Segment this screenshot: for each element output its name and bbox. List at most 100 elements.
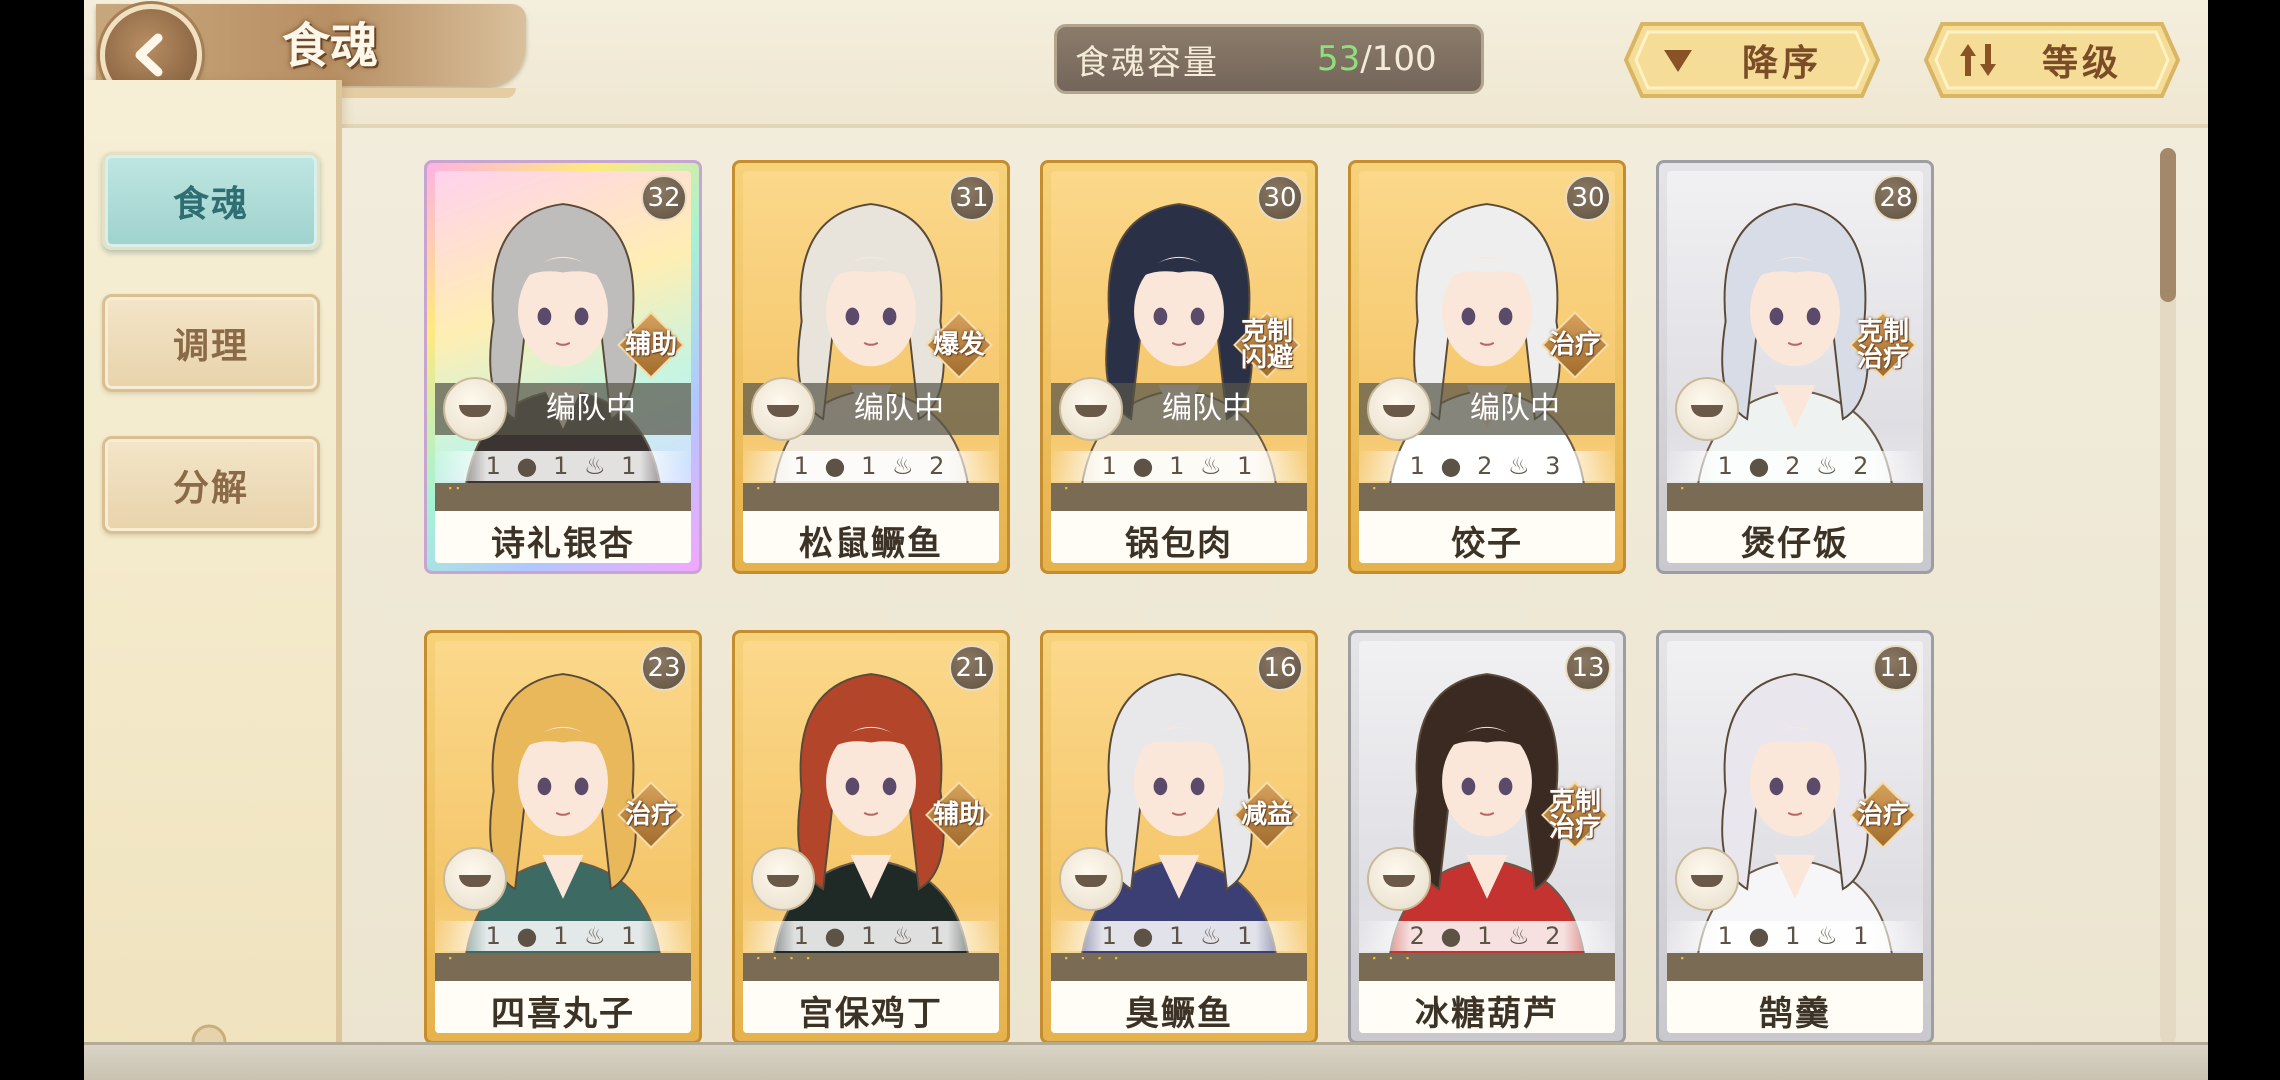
dish-plate-icon: [1367, 847, 1431, 911]
role-tag: 辅助: [615, 309, 687, 381]
capacity-max: /100: [1360, 39, 1437, 79]
dish-plate-icon: [1367, 377, 1431, 441]
name-plate: 四喜丸子: [435, 981, 691, 1033]
descending-triangle-icon: [1664, 50, 1692, 72]
food-soul-card[interactable]: 31 爆发 编队中 1 ● 1 ♨ 2 ᐝ 松鼠鳜鱼: [732, 160, 1010, 574]
flame-star-icons: ᐝ: [447, 954, 455, 979]
dish-plate-icon: [1675, 847, 1739, 911]
skill-stats: 1 ● 2 ♨ 3: [1409, 452, 1565, 480]
food-soul-card[interactable]: 11 治疗 1 ● 1 ♨ 1 ᐝ 鹄羹: [1656, 630, 1934, 1044]
role-tag: 爆发: [923, 309, 995, 381]
dish-plate-icon: [751, 847, 815, 911]
card-inner: 30 治疗 编队中 1 ● 2 ♨ 3 ᐝ 饺子: [1359, 171, 1615, 563]
food-soul-name: 松鼠鳜鱼: [799, 523, 943, 564]
card-inner: 16 减益 1 ● 1 ♨ 1 ᐝ ᐝ ᐝ ᐝ 臭鳜鱼: [1051, 641, 1307, 1033]
level-badge: 11: [1873, 645, 1919, 691]
food-soul-card[interactable]: 21 辅助 1 ● 1 ♨ 1 ᐝ ᐝ ᐝ ᐝ 宫保鸡丁: [732, 630, 1010, 1044]
card-inner: 13 克制 治疗 2 ● 1 ♨ 2 ᐝ ᐝ ᐝ 冰糖葫芦: [1359, 641, 1615, 1033]
food-soul-name: 四喜丸子: [491, 993, 635, 1034]
skill-stats: 2 ● 1 ♨ 2: [1409, 922, 1565, 950]
name-plate: 臭鳜鱼: [1051, 981, 1307, 1033]
role-label: 治疗: [624, 800, 677, 830]
star-bar: [1359, 483, 1615, 511]
capacity-display: 食魂容量 53/100: [1054, 24, 1484, 94]
role-label: 克制 治疗: [1856, 317, 1909, 373]
sort-swap-icon: [1960, 44, 1996, 76]
sort-field-button[interactable]: 等级: [1922, 20, 2182, 100]
skill-stats: 1 ● 1 ♨ 1: [1717, 922, 1873, 950]
sidebar-item-cooking[interactable]: 调理: [102, 294, 320, 392]
food-soul-card[interactable]: 30 克制 闪避 编队中 1 ● 1 ♨ 1 ᐝ 锅包肉: [1040, 160, 1318, 574]
capacity-label: 食魂容量: [1075, 42, 1219, 83]
role-tag: 克制 治疗: [1847, 309, 1919, 381]
role-label: 治疗: [1548, 330, 1601, 360]
skill-stats: 1 ● 1 ♨ 1: [1101, 452, 1257, 480]
dish-plate-icon: [1059, 377, 1123, 441]
game-screen: 食魂 食魂容量 53/100 降序 等级 食魂 调理 分解 32 辅助 编队中 …: [84, 0, 2208, 1080]
capacity-current: 53: [1317, 39, 1361, 79]
food-soul-name: 冰糖葫芦: [1415, 993, 1559, 1034]
role-tag: 辅助: [923, 779, 995, 851]
card-inner: 28 克制 治疗 1 ● 2 ♨ 2 ᐝ 煲仔饭: [1667, 171, 1923, 563]
role-label: 克制 治疗: [1548, 787, 1601, 843]
flame-star-icons: ᐝᐝ: [447, 484, 463, 509]
page-title: 食魂: [282, 18, 379, 74]
role-label: 辅助: [932, 800, 985, 830]
name-plate: 煲仔饭: [1667, 511, 1923, 563]
food-soul-card[interactable]: 23 治疗 1 ● 1 ♨ 1 ᐝ 四喜丸子: [424, 630, 702, 1044]
level-badge: 32: [641, 175, 687, 221]
role-tag: 克制 闪避: [1231, 309, 1303, 381]
card-inner: 31 爆发 编队中 1 ● 1 ♨ 2 ᐝ 松鼠鳜鱼: [743, 171, 999, 563]
name-plate: 鹄羹: [1667, 981, 1923, 1033]
food-soul-card[interactable]: 16 减益 1 ● 1 ♨ 1 ᐝ ᐝ ᐝ ᐝ 臭鳜鱼: [1040, 630, 1318, 1044]
star-bar: [1667, 953, 1923, 981]
flame-star-icons: ᐝ ᐝ ᐝ ᐝ: [1063, 954, 1121, 979]
dish-plate-icon: [1059, 847, 1123, 911]
name-plate: 锅包肉: [1051, 511, 1307, 563]
food-soul-card[interactable]: 28 克制 治疗 1 ● 2 ♨ 2 ᐝ 煲仔饭: [1656, 160, 1934, 574]
star-bar: [1667, 483, 1923, 511]
level-badge: 31: [949, 175, 995, 221]
skill-stats: 1 ● 1 ♨ 1: [1101, 922, 1257, 950]
skill-stats: 1 ● 1 ♨ 1: [485, 452, 641, 480]
star-bar: [435, 953, 691, 981]
sidebar-item-food-souls[interactable]: 食魂: [102, 152, 320, 250]
level-badge: 16: [1257, 645, 1303, 691]
sort-order-button[interactable]: 降序: [1622, 20, 1882, 100]
card-inner: 23 治疗 1 ● 1 ♨ 1 ᐝ 四喜丸子: [435, 641, 691, 1033]
food-soul-card[interactable]: 32 辅助 编队中 1 ● 1 ♨ 1 ᐝᐝ 诗礼银杏: [424, 160, 702, 574]
food-soul-card[interactable]: 13 克制 治疗 2 ● 1 ♨ 2 ᐝ ᐝ ᐝ 冰糖葫芦: [1348, 630, 1626, 1044]
name-plate: 饺子: [1359, 511, 1615, 563]
name-plate: 宫保鸡丁: [743, 981, 999, 1033]
star-bar: [743, 483, 999, 511]
scrollbar-thumb[interactable]: [2160, 148, 2176, 302]
role-label: 克制 闪避: [1240, 317, 1293, 373]
food-soul-name: 臭鳜鱼: [1125, 993, 1233, 1034]
level-badge: 21: [949, 645, 995, 691]
skill-stats: 1 ● 1 ♨ 1: [793, 922, 949, 950]
sidebar-item-label: 调理: [172, 325, 249, 367]
role-label: 辅助: [624, 330, 677, 360]
sidebar-item-decompose[interactable]: 分解: [102, 436, 320, 534]
skill-stats: 1 ● 2 ♨ 2: [1717, 452, 1873, 480]
bottom-rail: [84, 1042, 2208, 1080]
flame-star-icons: ᐝ: [1063, 484, 1071, 509]
food-soul-card[interactable]: 30 治疗 编队中 1 ● 2 ♨ 3 ᐝ 饺子: [1348, 160, 1626, 574]
card-inner: 30 克制 闪避 编队中 1 ● 1 ♨ 1 ᐝ 锅包肉: [1051, 171, 1307, 563]
role-tag: 治疗: [615, 779, 687, 851]
sort-field-label: 等级: [2041, 43, 2122, 84]
role-tag: 治疗: [1539, 309, 1611, 381]
star-bar: [435, 483, 691, 511]
role-label: 治疗: [1856, 800, 1909, 830]
sidebar: 食魂 调理 分解: [84, 80, 342, 1080]
food-soul-name: 锅包肉: [1125, 523, 1233, 564]
food-soul-name: 鹄羹: [1759, 993, 1831, 1034]
sort-order-label: 降序: [1741, 43, 1822, 84]
flame-star-icons: ᐝ ᐝ ᐝ ᐝ: [755, 954, 813, 979]
level-badge: 13: [1565, 645, 1611, 691]
role-tag: 减益: [1231, 779, 1303, 851]
star-bar: [1051, 483, 1307, 511]
food-soul-name: 煲仔饭: [1741, 523, 1849, 564]
food-soul-name: 宫保鸡丁: [799, 993, 943, 1034]
flame-star-icons: ᐝ ᐝ ᐝ: [1371, 954, 1412, 979]
